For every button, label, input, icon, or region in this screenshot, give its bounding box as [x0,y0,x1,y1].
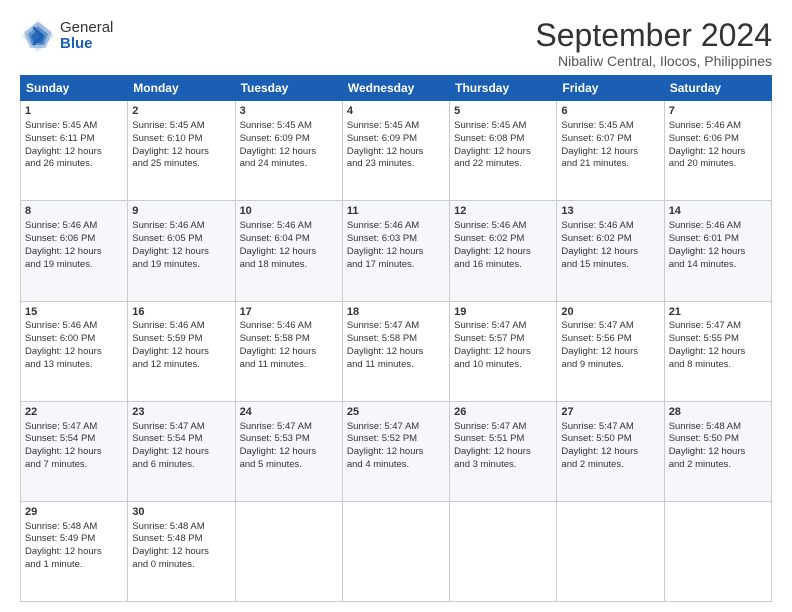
calendar-cell [450,501,557,601]
day-number: 9 [132,204,230,219]
col-tuesday: Tuesday [235,76,342,101]
calendar-cell: 6Sunrise: 5:45 AMSunset: 6:07 PMDaylight… [557,101,664,201]
location-title: Nibaliw Central, Ilocos, Philippines [535,53,772,69]
logo-general: General [60,20,113,37]
calendar-cell: 30Sunrise: 5:48 AMSunset: 5:48 PMDayligh… [128,501,235,601]
calendar-cell: 2Sunrise: 5:45 AMSunset: 6:10 PMDaylight… [128,101,235,201]
logo-text: General Blue [60,20,113,53]
calendar-cell: 13Sunrise: 5:46 AMSunset: 6:02 PMDayligh… [557,201,664,301]
day-number: 14 [669,204,767,219]
day-number: 1 [25,104,123,119]
day-number: 16 [132,305,230,320]
calendar-week-3: 15Sunrise: 5:46 AMSunset: 6:00 PMDayligh… [21,301,772,401]
day-number: 5 [454,104,552,119]
day-number: 25 [347,405,445,420]
calendar-cell [342,501,449,601]
day-number: 22 [25,405,123,420]
col-saturday: Saturday [664,76,771,101]
day-number: 21 [669,305,767,320]
calendar-cell [557,501,664,601]
calendar-cell: 21Sunrise: 5:47 AMSunset: 5:55 PMDayligh… [664,301,771,401]
calendar-cell: 10Sunrise: 5:46 AMSunset: 6:04 PMDayligh… [235,201,342,301]
calendar-cell: 9Sunrise: 5:46 AMSunset: 6:05 PMDaylight… [128,201,235,301]
calendar-cell: 19Sunrise: 5:47 AMSunset: 5:57 PMDayligh… [450,301,557,401]
day-number: 15 [25,305,123,320]
page: General Blue September 2024 Nibaliw Cent… [0,0,792,612]
header-row: Sunday Monday Tuesday Wednesday Thursday… [21,76,772,101]
calendar-cell: 4Sunrise: 5:45 AMSunset: 6:09 PMDaylight… [342,101,449,201]
day-number: 3 [240,104,338,119]
calendar-cell: 8Sunrise: 5:46 AMSunset: 6:06 PMDaylight… [21,201,128,301]
logo: General Blue [20,18,113,54]
calendar-cell: 14Sunrise: 5:46 AMSunset: 6:01 PMDayligh… [664,201,771,301]
calendar-cell: 27Sunrise: 5:47 AMSunset: 5:50 PMDayligh… [557,401,664,501]
day-number: 17 [240,305,338,320]
calendar-cell: 26Sunrise: 5:47 AMSunset: 5:51 PMDayligh… [450,401,557,501]
day-number: 29 [25,505,123,520]
title-block: September 2024 Nibaliw Central, Ilocos, … [535,18,772,69]
calendar-cell: 1Sunrise: 5:45 AMSunset: 6:11 PMDaylight… [21,101,128,201]
calendar-cell: 5Sunrise: 5:45 AMSunset: 6:08 PMDaylight… [450,101,557,201]
day-number: 2 [132,104,230,119]
day-number: 8 [25,204,123,219]
day-number: 28 [669,405,767,420]
calendar-week-5: 29Sunrise: 5:48 AMSunset: 5:49 PMDayligh… [21,501,772,601]
calendar-cell: 12Sunrise: 5:46 AMSunset: 6:02 PMDayligh… [450,201,557,301]
day-number: 26 [454,405,552,420]
col-wednesday: Wednesday [342,76,449,101]
day-number: 4 [347,104,445,119]
col-sunday: Sunday [21,76,128,101]
day-number: 7 [669,104,767,119]
col-friday: Friday [557,76,664,101]
day-number: 23 [132,405,230,420]
header: General Blue September 2024 Nibaliw Cent… [20,18,772,69]
day-number: 18 [347,305,445,320]
calendar-cell: 17Sunrise: 5:46 AMSunset: 5:58 PMDayligh… [235,301,342,401]
col-monday: Monday [128,76,235,101]
calendar-cell: 20Sunrise: 5:47 AMSunset: 5:56 PMDayligh… [557,301,664,401]
calendar-cell: 3Sunrise: 5:45 AMSunset: 6:09 PMDaylight… [235,101,342,201]
calendar-cell: 11Sunrise: 5:46 AMSunset: 6:03 PMDayligh… [342,201,449,301]
calendar-week-1: 1Sunrise: 5:45 AMSunset: 6:11 PMDaylight… [21,101,772,201]
day-number: 20 [561,305,659,320]
calendar-cell: 24Sunrise: 5:47 AMSunset: 5:53 PMDayligh… [235,401,342,501]
day-number: 12 [454,204,552,219]
calendar-cell: 16Sunrise: 5:46 AMSunset: 5:59 PMDayligh… [128,301,235,401]
calendar-cell: 18Sunrise: 5:47 AMSunset: 5:58 PMDayligh… [342,301,449,401]
calendar-table: Sunday Monday Tuesday Wednesday Thursday… [20,75,772,602]
month-title: September 2024 [535,18,772,53]
calendar-cell: 15Sunrise: 5:46 AMSunset: 6:00 PMDayligh… [21,301,128,401]
calendar-week-4: 22Sunrise: 5:47 AMSunset: 5:54 PMDayligh… [21,401,772,501]
logo-blue: Blue [60,36,113,53]
calendar-cell: 7Sunrise: 5:46 AMSunset: 6:06 PMDaylight… [664,101,771,201]
day-number: 11 [347,204,445,219]
calendar-cell [235,501,342,601]
day-number: 30 [132,505,230,520]
calendar-cell: 25Sunrise: 5:47 AMSunset: 5:52 PMDayligh… [342,401,449,501]
day-number: 19 [454,305,552,320]
col-thursday: Thursday [450,76,557,101]
calendar-cell: 28Sunrise: 5:48 AMSunset: 5:50 PMDayligh… [664,401,771,501]
logo-icon [20,18,56,54]
calendar-cell: 22Sunrise: 5:47 AMSunset: 5:54 PMDayligh… [21,401,128,501]
day-number: 24 [240,405,338,420]
calendar-cell: 29Sunrise: 5:48 AMSunset: 5:49 PMDayligh… [21,501,128,601]
calendar-cell [664,501,771,601]
calendar-week-2: 8Sunrise: 5:46 AMSunset: 6:06 PMDaylight… [21,201,772,301]
day-number: 27 [561,405,659,420]
calendar-cell: 23Sunrise: 5:47 AMSunset: 5:54 PMDayligh… [128,401,235,501]
day-number: 6 [561,104,659,119]
day-number: 10 [240,204,338,219]
day-number: 13 [561,204,659,219]
